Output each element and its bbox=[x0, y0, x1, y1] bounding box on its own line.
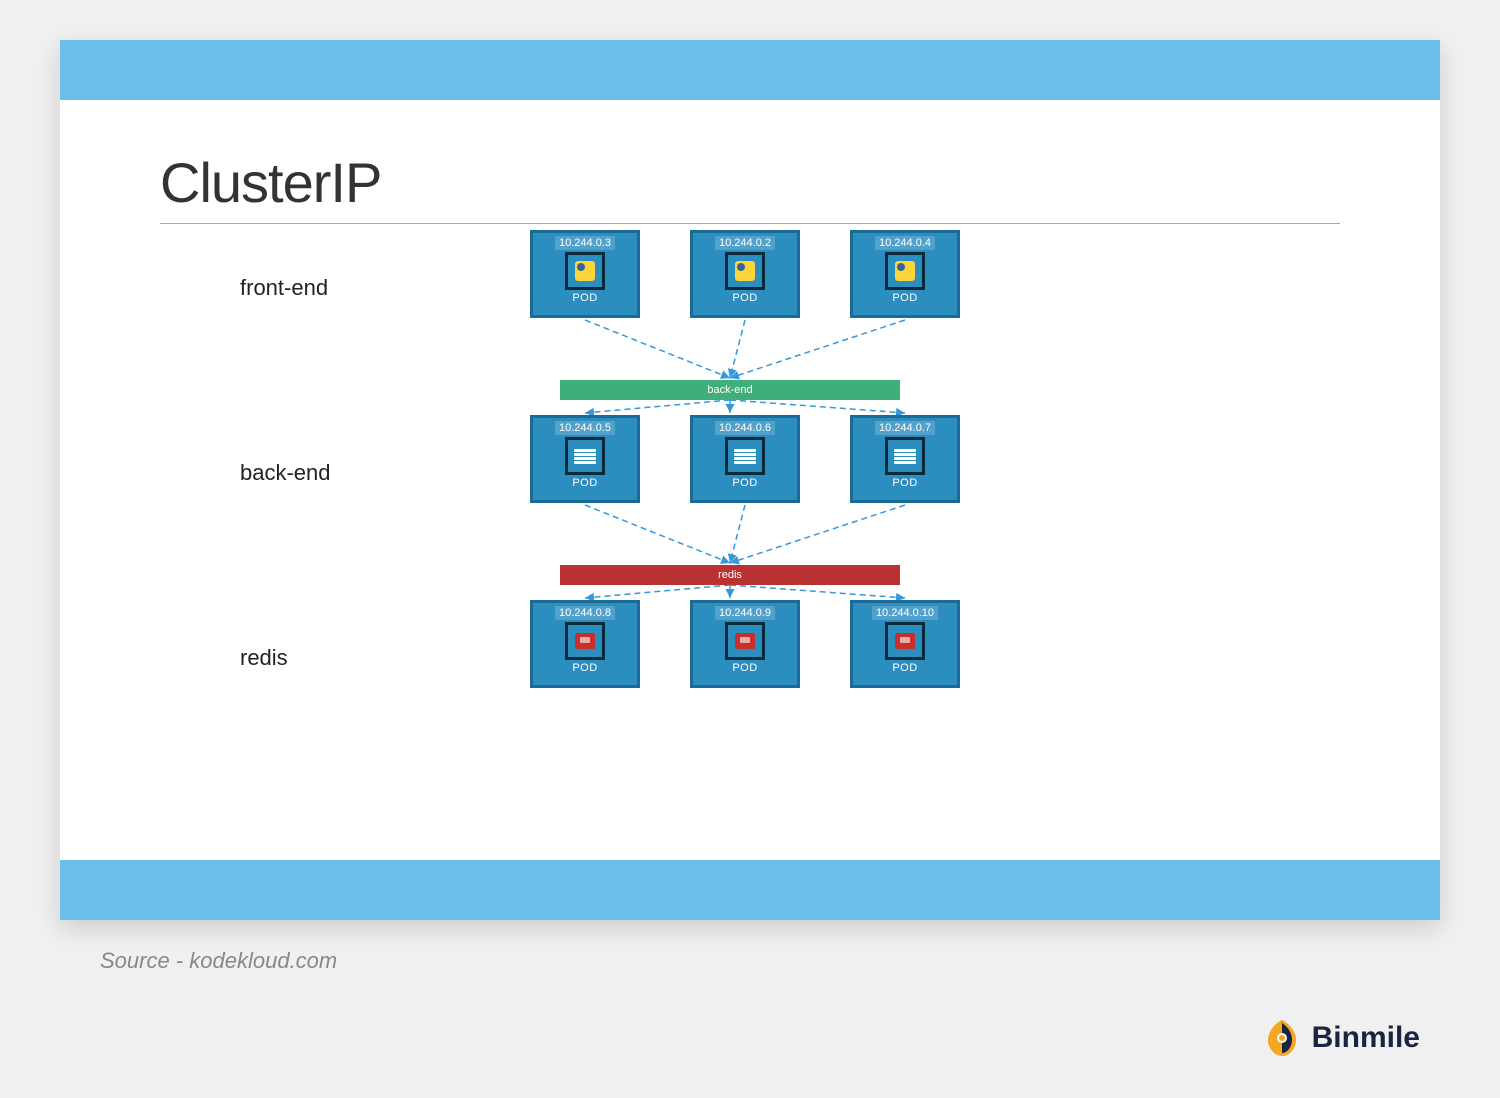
pod-back-end-2: 10.244.0.7 POD bbox=[850, 415, 960, 503]
arrow bbox=[730, 505, 905, 563]
slide-content: ClusterIP front-end10.244.0.3POD10.244.0… bbox=[60, 100, 1440, 860]
pod-label: POD bbox=[572, 662, 597, 674]
pod-ip: 10.244.0.2 bbox=[715, 236, 775, 250]
pod-redis-1: 10.244.0.9 POD bbox=[690, 600, 800, 688]
redis-icon bbox=[885, 622, 925, 660]
arrow bbox=[585, 585, 730, 598]
redis-icon bbox=[725, 622, 765, 660]
bottom-band bbox=[60, 860, 1440, 920]
pod-ip: 10.244.0.9 bbox=[715, 606, 775, 620]
pod-back-end-1: 10.244.0.6 POD bbox=[690, 415, 800, 503]
pod-ip: 10.244.0.6 bbox=[715, 421, 775, 435]
tier-label-back-end: back-end bbox=[240, 460, 331, 486]
tier-label-front-end: front-end bbox=[240, 275, 328, 301]
pod-ip: 10.244.0.7 bbox=[875, 421, 935, 435]
source-attribution: Source - kodekloud.com bbox=[100, 948, 1440, 974]
arrow bbox=[730, 400, 905, 413]
slide-title: ClusterIP bbox=[160, 150, 1340, 215]
arrow bbox=[730, 585, 905, 598]
title-divider bbox=[160, 223, 1340, 224]
tier-label-redis: redis bbox=[240, 645, 288, 671]
brand-logo-icon bbox=[1262, 1018, 1302, 1058]
cluster-diagram: front-end10.244.0.3POD10.244.0.2POD10.24… bbox=[160, 230, 1340, 780]
top-band bbox=[60, 40, 1440, 100]
pod-label: POD bbox=[732, 477, 757, 489]
pod-ip: 10.244.0.4 bbox=[875, 236, 935, 250]
db-icon bbox=[725, 437, 765, 475]
pod-front-end-2: 10.244.0.4 POD bbox=[850, 230, 960, 318]
pod-ip: 10.244.0.10 bbox=[872, 606, 938, 620]
pod-redis-2: 10.244.0.10 POD bbox=[850, 600, 960, 688]
pod-label: POD bbox=[892, 662, 917, 674]
db-icon bbox=[885, 437, 925, 475]
python-icon bbox=[565, 252, 605, 290]
pod-front-end-0: 10.244.0.3 POD bbox=[530, 230, 640, 318]
service-bar-redis: redis bbox=[560, 565, 900, 585]
db-icon bbox=[565, 437, 605, 475]
pod-back-end-0: 10.244.0.5 POD bbox=[530, 415, 640, 503]
brand-name: Binmile bbox=[1312, 1021, 1420, 1055]
pod-redis-0: 10.244.0.8 POD bbox=[530, 600, 640, 688]
pod-label: POD bbox=[892, 477, 917, 489]
arrow bbox=[585, 400, 730, 413]
redis-icon bbox=[565, 622, 605, 660]
arrow bbox=[585, 320, 730, 378]
pod-ip: 10.244.0.5 bbox=[555, 421, 615, 435]
pod-label: POD bbox=[892, 292, 917, 304]
arrow bbox=[730, 320, 905, 378]
pod-front-end-1: 10.244.0.2 POD bbox=[690, 230, 800, 318]
slide-card: ClusterIP front-end10.244.0.3POD10.244.0… bbox=[60, 40, 1440, 920]
python-icon bbox=[725, 252, 765, 290]
pod-label: POD bbox=[732, 662, 757, 674]
pod-label: POD bbox=[572, 477, 597, 489]
arrow bbox=[585, 505, 730, 563]
pod-label: POD bbox=[572, 292, 597, 304]
arrow bbox=[730, 320, 745, 378]
brand-footer: Binmile bbox=[1262, 1018, 1420, 1058]
python-icon bbox=[885, 252, 925, 290]
pod-ip: 10.244.0.8 bbox=[555, 606, 615, 620]
pod-ip: 10.244.0.3 bbox=[555, 236, 615, 250]
pod-label: POD bbox=[732, 292, 757, 304]
service-bar-back-end: back-end bbox=[560, 380, 900, 400]
arrow bbox=[730, 505, 745, 563]
